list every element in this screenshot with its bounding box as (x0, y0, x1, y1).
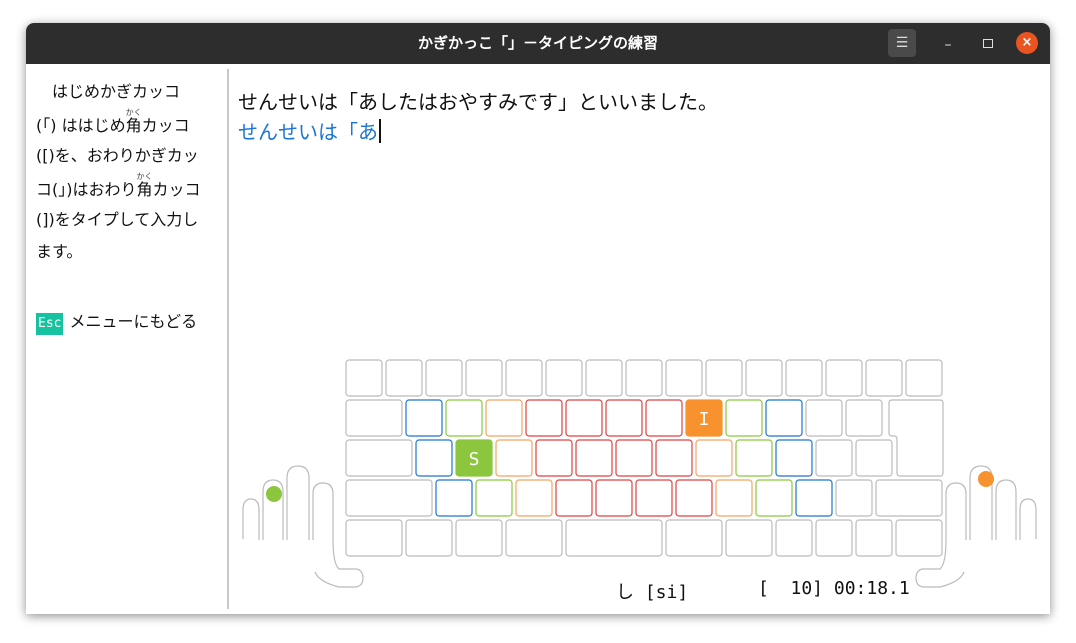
key-home-row (535, 439, 573, 477)
key-number-row (625, 359, 663, 397)
key-bottom-row (555, 479, 593, 517)
key-space-row (895, 519, 943, 557)
key-bottom-row (795, 479, 833, 517)
key-home-row (495, 439, 533, 477)
key-space-row (775, 519, 813, 557)
key-number-row (545, 359, 583, 397)
key-space-row (815, 519, 853, 557)
key-bottom-row (595, 479, 633, 517)
key-number-row (785, 359, 823, 397)
key-bottom-row (435, 479, 473, 517)
key-number-row (465, 359, 503, 397)
minimize-icon: – (944, 37, 952, 53)
key-qwerty-row (485, 399, 523, 437)
key-number-row (385, 359, 423, 397)
key-number-row (505, 359, 543, 397)
key-home-row (775, 439, 813, 477)
key-right-shift (875, 479, 943, 517)
key-home-row (415, 439, 453, 477)
key-bottom-row (635, 479, 673, 517)
key-space-row (405, 519, 453, 557)
key-bottom-row (475, 479, 513, 517)
key-qwerty-row (445, 399, 483, 437)
instruction-text: はじめかぎカッコ (「) ははじめ角かくカッコ ([)を、おわりかぎカッコ(」)はお… (36, 76, 221, 268)
menu-button[interactable]: ☰ (888, 29, 916, 57)
key-s-label: S (469, 449, 480, 470)
key-qwerty-row (765, 399, 803, 437)
key-space-row (345, 519, 403, 557)
stats-counter-timer: [ 10] 00:18.1 (758, 578, 910, 599)
app-window: かぎかっこ「」－タイピングの練習 ☰ – × はじめかぎカッコ (「) ははじめ角… (26, 23, 1050, 614)
key-bottom-row (675, 479, 713, 517)
key-enter (888, 399, 944, 477)
key-i-label: I (699, 409, 710, 430)
sidebar: はじめかぎカッコ (「) ははじめ角かくカッコ ([)を、おわりかぎカッコ(」)はお… (26, 64, 227, 614)
key-bottom-row (755, 479, 793, 517)
key-qwerty-row (645, 399, 683, 437)
instruction-line: はじめかぎカッコ (36, 82, 181, 101)
instruction-line: (])をタイプして入力し (36, 210, 199, 229)
key-number-row (665, 359, 703, 397)
key-bottom-row (515, 479, 553, 517)
key-bottom-row (835, 479, 873, 517)
instruction-line: (「) ははじめ角かくカッコ (36, 108, 190, 135)
key-number-row (705, 359, 743, 397)
key-left-shift (345, 479, 433, 517)
left-hand (242, 465, 364, 588)
esc-label: メニューにもどる (69, 312, 198, 331)
current-char-romaji: し [si] (616, 582, 689, 603)
key-qwerty-row (405, 399, 443, 437)
key-qwerty-row (605, 399, 643, 437)
instruction-line: ます。 (36, 242, 83, 261)
key-qwerty-row (805, 399, 843, 437)
key-home-row (655, 439, 693, 477)
key-caps (345, 439, 413, 477)
title-bar: かぎかっこ「」－タイピングの練習 ☰ – × (26, 23, 1050, 64)
hamburger-icon: ☰ (895, 35, 909, 51)
key-qwerty-row (725, 399, 763, 437)
key-space-row (665, 519, 723, 557)
key-home-row (615, 439, 653, 477)
key-tab (345, 399, 403, 437)
maximize-button[interactable] (974, 29, 1002, 57)
key-space-row (565, 519, 663, 557)
close-button[interactable]: × (1016, 32, 1038, 54)
key-space-row (455, 519, 503, 557)
key-number-row (585, 359, 623, 397)
key-number-row (905, 359, 943, 397)
key-space-row (725, 519, 773, 557)
key-home-row (855, 439, 893, 477)
key-number-row (865, 359, 903, 397)
maximize-icon (983, 39, 993, 48)
key-number-row (825, 359, 863, 397)
key-home-row (575, 439, 613, 477)
key-number-row (745, 359, 783, 397)
key-space-row (855, 519, 893, 557)
key-home-row (735, 439, 773, 477)
left-ring-finger-dot (266, 486, 282, 502)
instruction-line: コ(」)はおわり角かくカッコ (36, 172, 201, 199)
key-number-row (345, 359, 383, 397)
minimize-button[interactable]: – (934, 29, 962, 57)
esc-menu-hint[interactable]: Esc メニューにもどる (36, 308, 197, 335)
keyboard-diagram: IS (242, 359, 1037, 588)
key-home-row (815, 439, 853, 477)
key-qwerty-row (845, 399, 883, 437)
key-number-row (425, 359, 463, 397)
key-qwerty-row (525, 399, 563, 437)
instruction-line: ([)を、おわりかぎカッ (36, 146, 199, 165)
esc-key-badge: Esc (36, 313, 64, 335)
close-icon: × (1021, 35, 1033, 50)
key-home-row (695, 439, 733, 477)
right-middle-finger-dot (978, 471, 994, 487)
typing-area[interactable]: せんせいは「あしたはおやすみです」といいました。 せんせいは「あ IS し [s… (229, 64, 1050, 614)
key-space-row (505, 519, 563, 557)
key-qwerty-row (565, 399, 603, 437)
key-bottom-row (715, 479, 753, 517)
